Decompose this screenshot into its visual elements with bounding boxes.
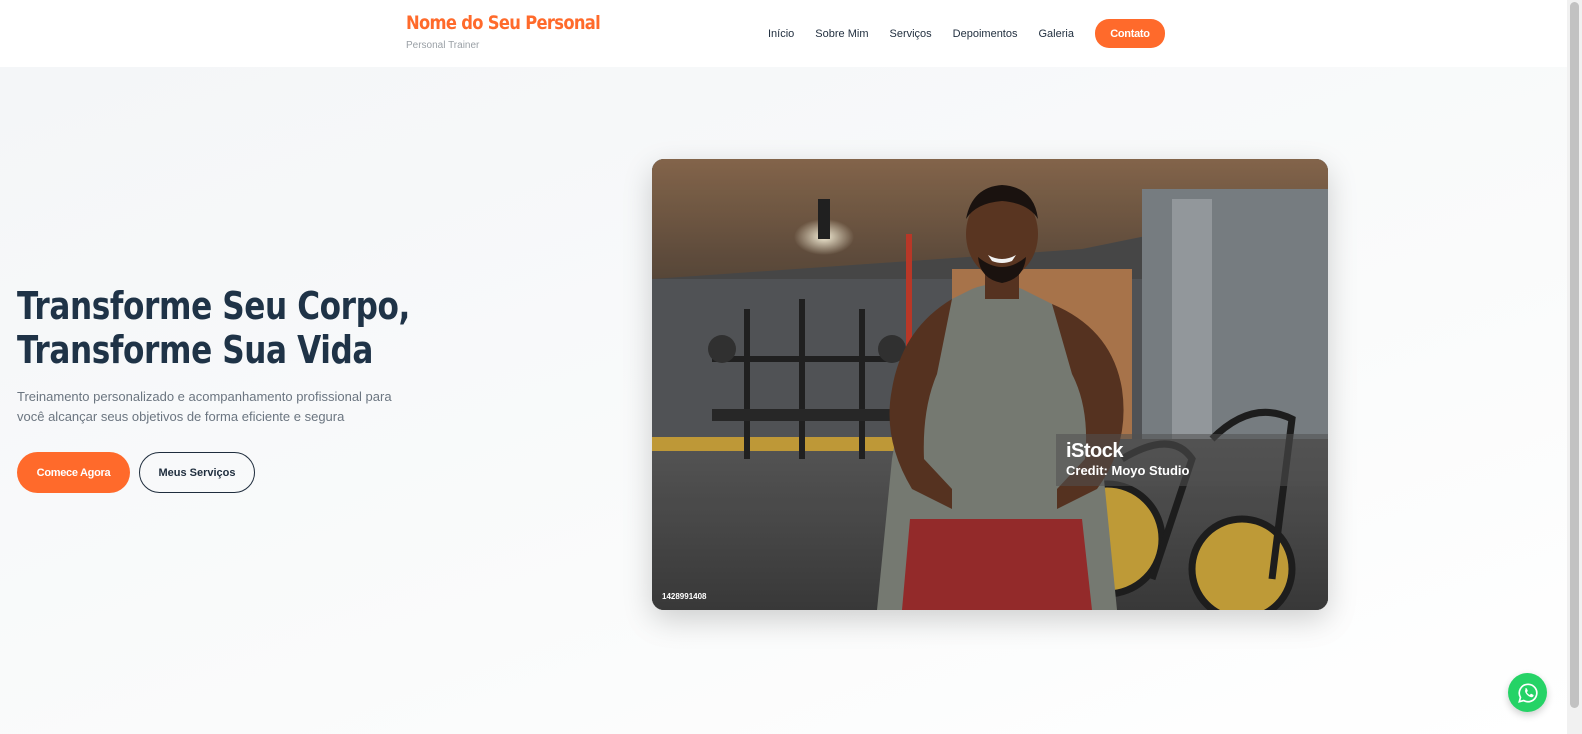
nav-link-servicos[interactable]: Serviços (889, 20, 931, 48)
trainer-gym-image (652, 159, 1328, 610)
contact-button[interactable]: Contato (1094, 19, 1165, 48)
hero-subtitle: Treinamento personalizado e acompanhamen… (17, 389, 392, 424)
nav-link-depoimentos[interactable]: Depoimentos (953, 20, 1018, 48)
hero-title-line2: Transforme Sua Vida (17, 328, 374, 372)
start-now-button[interactable]: Comece Agora (17, 452, 130, 493)
istock-watermark: iStock Credit: Moyo Studio (1056, 434, 1328, 486)
hero-photo: iStock Credit: Moyo Studio 1428991408 (652, 159, 1328, 610)
nav-link-inicio[interactable]: Início (768, 20, 794, 48)
image-id: 1428991408 (662, 592, 707, 601)
brand-name[interactable]: Nome do Seu Personal (406, 12, 601, 34)
watermark-logo: iStock (1066, 440, 1124, 462)
site-header: Nome do Seu Personal Personal Trainer In… (0, 0, 1567, 67)
nav-link-galeria[interactable]: Galeria (1039, 20, 1074, 48)
my-services-button[interactable]: Meus Serviços (139, 452, 255, 493)
page-scrollbar-thumb[interactable] (1570, 2, 1579, 708)
main-nav: Início Sobre Mim Serviços Depoimentos Ga… (768, 19, 1186, 48)
brand[interactable]: Nome do Seu Personal Personal Trainer (406, 12, 632, 51)
whatsapp-icon (1517, 682, 1538, 703)
whatsapp-button[interactable] (1508, 673, 1547, 712)
nav-link-sobre-mim[interactable]: Sobre Mim (815, 20, 868, 48)
hero-title-line1: Transforme Seu Corpo, (17, 284, 410, 328)
watermark-credit: Credit: Moyo Studio (1066, 463, 1190, 478)
hero-title: Transforme Seu Corpo, Transforme Sua Vid… (17, 284, 411, 372)
brand-subtitle: Personal Trainer (406, 40, 480, 51)
